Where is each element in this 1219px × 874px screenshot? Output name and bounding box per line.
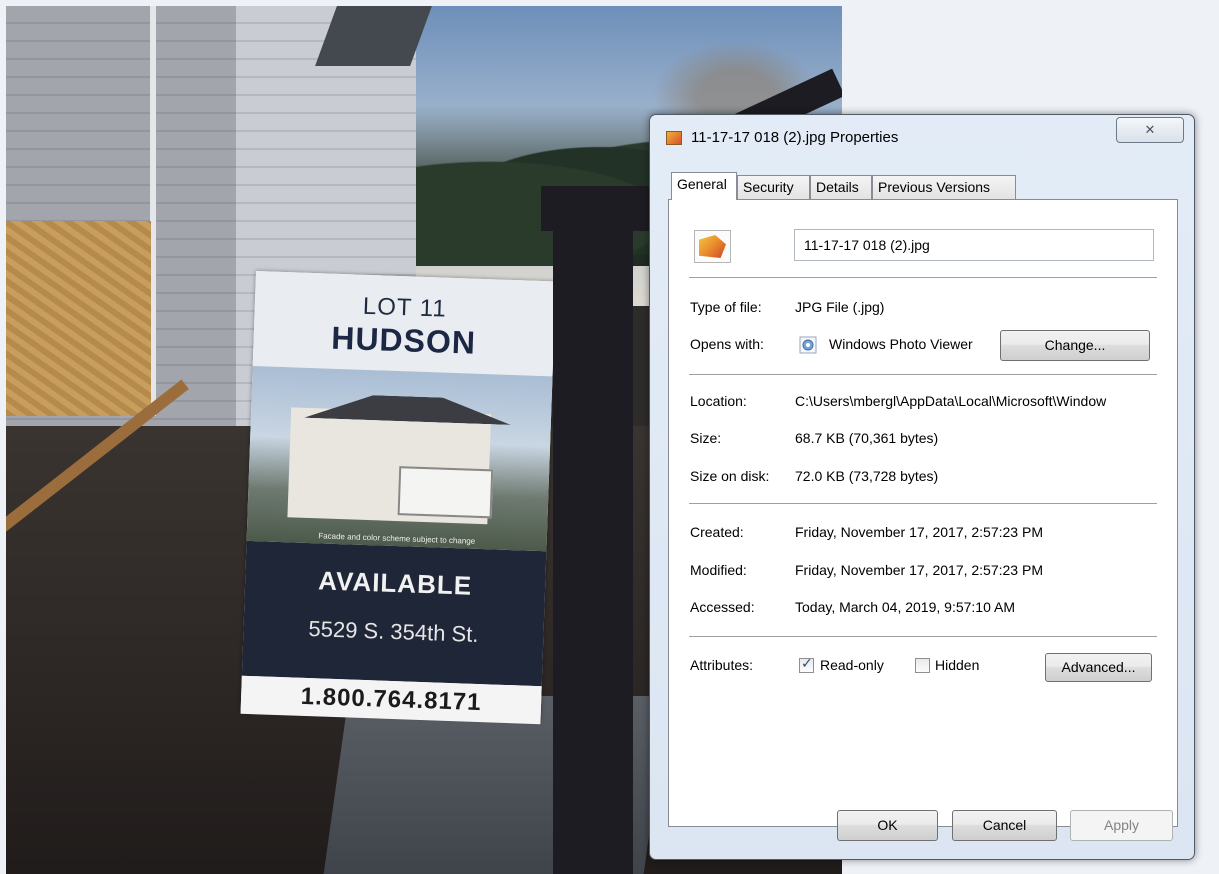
sign-house-rendering: Facade and color scheme subject to chang… <box>246 365 553 552</box>
hidden-checkbox[interactable] <box>915 658 930 673</box>
attributes-label: Attributes: <box>690 657 754 673</box>
tab-general[interactable]: General <box>671 172 737 200</box>
jpg-file-icon <box>666 131 682 145</box>
separator <box>689 277 1157 278</box>
sign-footer: AVAILABLE 5529 S. 354th St. <box>241 540 547 687</box>
read-only-label[interactable]: Read-only <box>820 657 884 673</box>
real-estate-sign: LOT 11 HUDSON Facade and color scheme su… <box>240 271 556 725</box>
modified-value: Friday, November 17, 2017, 2:57:23 PM <box>795 562 1043 578</box>
accessed-label: Accessed: <box>690 599 755 615</box>
properties-dialog: 11-17-17 018 (2).jpg Properties ✕ Genera… <box>649 114 1195 860</box>
file-name-field[interactable] <box>794 229 1154 261</box>
general-tab-panel: Type of file: JPG File (.jpg) Opens with… <box>668 199 1178 827</box>
sign-header: LOT 11 HUDSON <box>252 271 556 377</box>
size-value: 68.7 KB (70,361 bytes) <box>795 430 939 446</box>
location-value: C:\Users\mbergl\AppData\Local\Microsoft\… <box>795 393 1107 409</box>
location-label: Location: <box>690 393 747 409</box>
apply-button[interactable]: Apply <box>1070 810 1173 841</box>
cancel-button[interactable]: Cancel <box>952 810 1057 841</box>
sign-post <box>553 216 633 874</box>
separator <box>689 374 1157 375</box>
type-of-file-value: JPG File (.jpg) <box>795 299 885 315</box>
size-on-disk-value: 72.0 KB (73,728 bytes) <box>795 468 939 484</box>
tab-previous-versions[interactable]: Previous Versions <box>872 175 1016 199</box>
opens-with-label: Opens with: <box>690 336 764 352</box>
change-button[interactable]: Change... <box>1000 330 1150 361</box>
opens-with-value: Windows Photo Viewer <box>829 336 973 352</box>
created-label: Created: <box>690 524 744 540</box>
hidden-label[interactable]: Hidden <box>935 657 979 673</box>
size-label: Size: <box>690 430 722 446</box>
accessed-value: Today, March 04, 2019, 9:57:10 AM <box>795 599 1015 615</box>
close-button[interactable]: ✕ <box>1116 117 1184 143</box>
read-only-checkbox[interactable] <box>799 656 814 673</box>
separator <box>689 636 1157 637</box>
created-value: Friday, November 17, 2017, 2:57:23 PM <box>795 524 1043 540</box>
rendering-garage <box>397 466 494 519</box>
modified-label: Modified: <box>690 562 747 578</box>
size-on-disk-label: Size on disk: <box>690 468 770 484</box>
type-of-file-label: Type of file: <box>690 299 762 315</box>
separator <box>689 503 1157 504</box>
plywood-panel <box>6 221 151 416</box>
ok-button[interactable]: OK <box>837 810 938 841</box>
image-file-icon <box>694 230 731 263</box>
tab-details[interactable]: Details <box>810 175 872 199</box>
advanced-button[interactable]: Advanced... <box>1045 653 1152 682</box>
tab-security[interactable]: Security <box>737 175 810 199</box>
sign-address: 5529 S. 354th St. <box>308 616 479 647</box>
dialog-title: 11-17-17 018 (2).jpg Properties <box>691 129 899 146</box>
title-bar[interactable]: 11-17-17 018 (2).jpg Properties ✕ <box>650 115 1194 159</box>
photo-viewer-icon <box>799 336 817 354</box>
